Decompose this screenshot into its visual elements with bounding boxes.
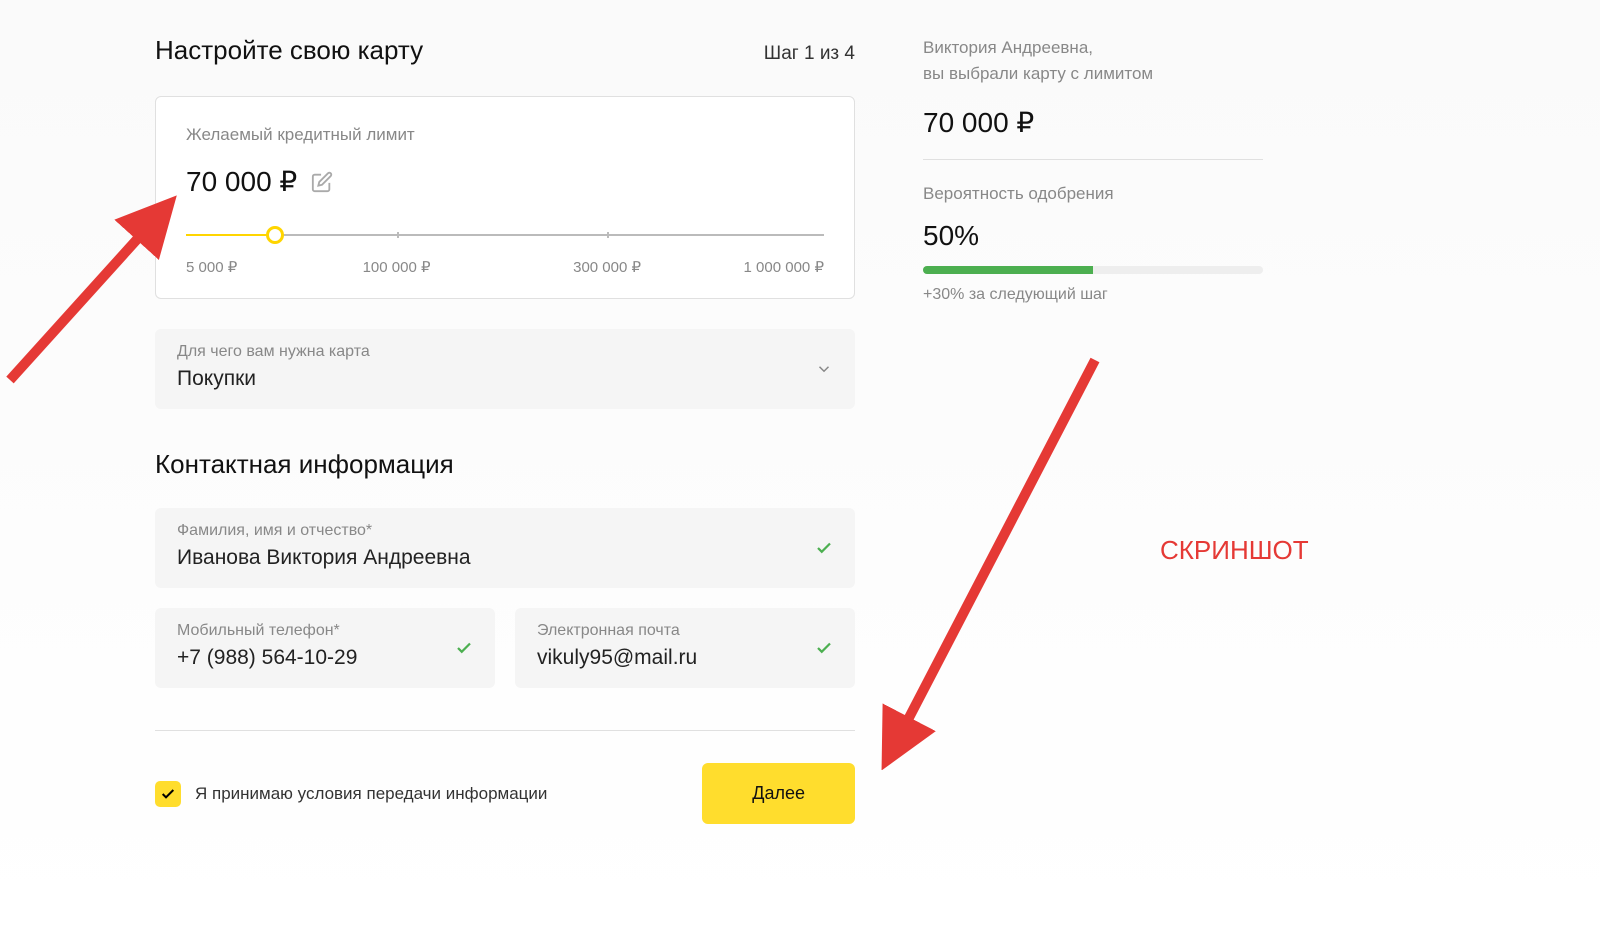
email-field[interactable]: Электронная почта vikuly95@mail.ru xyxy=(515,608,855,688)
purpose-select[interactable]: Для чего вам нужна карта Покупки xyxy=(155,329,855,409)
chevron-down-icon xyxy=(815,360,833,378)
approval-prob-value: 50% xyxy=(923,220,1263,252)
accept-checkbox[interactable] xyxy=(155,781,181,807)
phone-label: Мобильный телефон* xyxy=(177,622,473,640)
summary-name-line1: Виктория Андреевна, xyxy=(923,35,1263,61)
summary-panel: Виктория Андреевна, вы выбрали карту с л… xyxy=(923,35,1263,824)
summary-name-line2: вы выбрали карту с лимитом xyxy=(923,61,1263,87)
phone-value: +7 (988) 564-10-29 xyxy=(177,646,473,670)
slider-marks: 5 000 ₽ 100 000 ₽ 300 000 ₽ 1 000 000 ₽ xyxy=(186,258,824,278)
next-button[interactable]: Далее xyxy=(702,763,855,824)
approval-hint: +30% за следующий шаг xyxy=(923,286,1263,304)
page-title: Настройте свою карту xyxy=(155,35,423,66)
check-icon xyxy=(815,639,833,657)
step-indicator: Шаг 1 из 4 xyxy=(764,43,855,65)
fullname-label: Фамилия, имя и отчество* xyxy=(177,522,833,540)
purpose-label: Для чего вам нужна карта xyxy=(177,343,833,361)
footer-divider xyxy=(155,730,855,731)
credit-limit-value: 70 000 ₽ xyxy=(186,165,297,198)
approval-progress xyxy=(923,266,1263,274)
slider-mark-min: 5 000 ₽ xyxy=(186,258,237,276)
approval-progress-fill xyxy=(923,266,1093,274)
check-icon xyxy=(815,539,833,557)
credit-limit-label: Желаемый кредитный лимит xyxy=(186,125,824,145)
slider-mark-300k: 300 000 ₽ xyxy=(573,258,641,276)
purpose-value: Покупки xyxy=(177,367,833,391)
credit-limit-slider[interactable] xyxy=(186,226,824,244)
summary-divider xyxy=(923,159,1263,160)
accept-label: Я принимаю условия передачи информации xyxy=(195,784,547,804)
slider-mark-100k: 100 000 ₽ xyxy=(363,258,431,276)
credit-limit-card: Желаемый кредитный лимит 70 000 ₽ 5 xyxy=(155,96,855,299)
summary-amount: 70 000 ₽ xyxy=(923,106,1263,139)
phone-field[interactable]: Мобильный телефон* +7 (988) 564-10-29 xyxy=(155,608,495,688)
email-value: vikuly95@mail.ru xyxy=(537,646,833,670)
form-main: Настройте свою карту Шаг 1 из 4 Желаемый… xyxy=(155,35,855,824)
approval-prob-label: Вероятность одобрения xyxy=(923,184,1263,204)
slider-thumb[interactable] xyxy=(266,226,284,244)
check-icon xyxy=(455,639,473,657)
contact-heading: Контактная информация xyxy=(155,449,855,480)
fullname-value: Иванова Виктория Андреевна xyxy=(177,546,833,570)
email-label: Электронная почта xyxy=(537,622,833,640)
edit-icon[interactable] xyxy=(311,171,333,193)
slider-mark-max: 1 000 000 ₽ xyxy=(744,258,824,276)
fullname-field[interactable]: Фамилия, имя и отчество* Иванова Виктори… xyxy=(155,508,855,588)
